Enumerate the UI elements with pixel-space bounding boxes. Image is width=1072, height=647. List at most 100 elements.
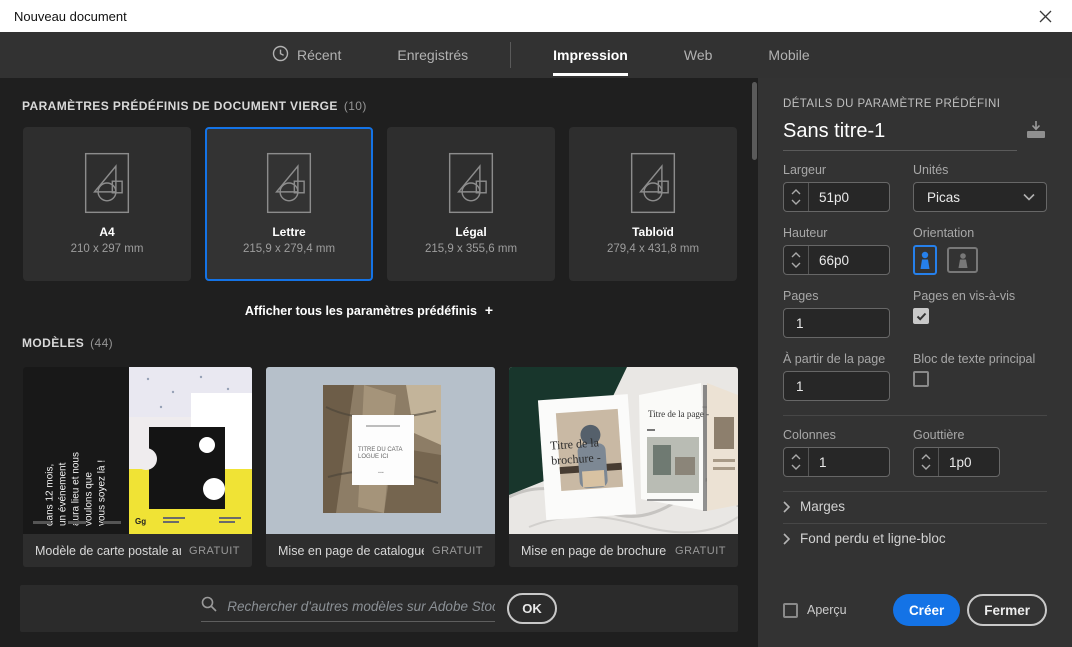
chevron-right-icon <box>783 532 790 545</box>
catalogue-title-line2: LOGUE ICI <box>358 454 389 460</box>
close-button[interactable]: Fermer <box>967 594 1047 626</box>
row-width-units: Largeur Unités Picas <box>783 163 1047 212</box>
units-dropdown[interactable]: Picas <box>913 182 1047 212</box>
width-stepper[interactable] <box>784 183 809 211</box>
preset-name: Légal <box>455 225 487 239</box>
margins-label: Marges <box>800 499 846 514</box>
preset-row: A4 210 x 297 mm Lettre 215,9 x 279,4 mm <box>23 127 737 281</box>
primary-text-frame-group: Bloc de texte principal <box>913 352 1047 401</box>
search-input[interactable] <box>227 598 496 614</box>
brochure-page-title: Titre de la page - <box>648 409 709 419</box>
template-card-postcard[interactable]: Gg dans 12 mois, un événement aura lieu … <box>23 367 252 567</box>
width-label: Largeur <box>783 163 827 177</box>
plus-icon: + <box>484 302 494 318</box>
pages-group: Pages <box>783 289 890 338</box>
gutter-stepper[interactable] <box>914 448 939 476</box>
presets-section-header: PARAMÈTRES PRÉDÉFINIS DE DOCUMENT VIERGE… <box>22 99 367 113</box>
chevron-right-icon <box>783 500 790 513</box>
primary-text-frame-label: Bloc de texte principal <box>913 352 1036 366</box>
facing-pages-group: Pages en vis-à-vis <box>913 289 1047 338</box>
width-input[interactable] <box>809 189 889 205</box>
chevron-down-icon <box>791 262 801 268</box>
show-all-presets-link[interactable]: Afficher tous les paramètres prédéfinis + <box>0 302 738 318</box>
templates-section-header: MODÈLES (44) <box>22 336 114 350</box>
preset-name: Lettre <box>272 225 306 239</box>
tab-label: Impression <box>553 47 628 63</box>
preset-dims: 279,4 x 431,8 mm <box>606 243 700 255</box>
tab-label: Enregistrés <box>397 47 469 63</box>
tab-label: Web <box>683 47 713 63</box>
save-preset-icon[interactable] <box>1025 120 1047 151</box>
document-name-input[interactable] <box>783 120 1017 151</box>
height-stepper[interactable] <box>784 246 809 274</box>
tab-impression[interactable]: Impression <box>525 32 656 78</box>
create-button[interactable]: Créer <box>892 594 961 626</box>
chevron-up-icon <box>791 189 801 195</box>
tab-mobile[interactable]: Mobile <box>740 32 837 78</box>
height-group: Hauteur <box>783 226 890 275</box>
chevron-up-icon <box>791 454 801 460</box>
preset-card-legal[interactable]: Légal 215,9 x 355,6 mm <box>387 127 555 281</box>
template-card-brochure[interactable]: Titre de la brochure - Titre de la page … <box>509 367 738 567</box>
columns-field <box>783 447 890 477</box>
check-icon <box>916 312 926 321</box>
bleed-section-toggle[interactable]: Fond perdu et ligne-bloc <box>783 524 1047 555</box>
chevron-down-icon <box>1023 193 1035 201</box>
columns-input[interactable] <box>809 454 889 470</box>
tab-web[interactable]: Web <box>656 32 741 78</box>
columns-group: Colonnes <box>783 428 890 477</box>
start-page-field <box>783 371 890 401</box>
preset-dims: 215,9 x 355,6 mm <box>424 243 518 255</box>
tab-label: Mobile <box>768 47 810 63</box>
preset-card-a4[interactable]: A4 210 x 297 mm <box>23 127 191 281</box>
search-ok-button[interactable]: OK <box>507 593 557 624</box>
catalogue-artwork: TITRE DU CATA LOGUE ICI ... <box>266 367 495 534</box>
free-badge: GRATUIT <box>432 544 483 557</box>
template-name: Mise en page de catalogue c... <box>278 543 425 558</box>
preset-name: A4 <box>99 225 115 239</box>
adobe-stock-search-bar: OK <box>20 585 738 632</box>
postcard-fineprint <box>33 521 121 524</box>
new-document-dialog: Nouveau document Récent Enregistrés Impr… <box>0 0 1072 647</box>
height-input[interactable] <box>809 252 889 268</box>
document-icon <box>448 152 494 214</box>
start-page-input[interactable] <box>784 378 889 394</box>
preset-dims: 215,9 x 279,4 mm <box>242 243 336 255</box>
height-label: Hauteur <box>783 226 828 240</box>
orientation-portrait-icon[interactable] <box>913 245 937 275</box>
template-row: Gg dans 12 mois, un événement aura lieu … <box>23 367 738 567</box>
tab-recent[interactable]: Récent <box>244 32 369 78</box>
preset-name: Tabloïd <box>632 225 674 239</box>
template-thumbnail-catalogue: TITRE DU CATA LOGUE ICI ... <box>266 367 495 534</box>
gutter-input[interactable] <box>939 454 999 470</box>
panel-footer: Aperçu Créer Fermer <box>783 594 1047 626</box>
postcard-logo: Gg <box>135 517 146 526</box>
free-badge: GRATUIT <box>189 544 240 557</box>
preset-card-tabloid[interactable]: Tabloïd 279,4 x 431,8 mm <box>569 127 737 281</box>
chevron-up-icon <box>791 252 801 258</box>
postcard-left-panel: dans 12 mois, un événement aura lieu et … <box>23 367 129 534</box>
close-icon[interactable] <box>1033 6 1058 27</box>
content-area: PARAMÈTRES PRÉDÉFINIS DE DOCUMENT VIERGE… <box>0 78 758 647</box>
tab-enregistres[interactable]: Enregistrés <box>369 32 496 78</box>
gutter-label: Gouttière <box>913 428 965 442</box>
row-pages-facing: Pages Pages en vis-à-vis <box>783 289 1047 338</box>
facing-pages-checkbox[interactable] <box>913 308 929 324</box>
orientation-landscape-icon[interactable] <box>947 247 978 273</box>
columns-stepper[interactable] <box>784 448 809 476</box>
preview-checkbox[interactable] <box>783 602 798 618</box>
height-field <box>783 245 890 275</box>
primary-text-frame-checkbox[interactable] <box>913 371 929 387</box>
template-name: Mise en page de brochure pa... <box>521 543 667 558</box>
free-badge: GRATUIT <box>675 544 726 557</box>
template-card-catalogue[interactable]: TITRE DU CATA LOGUE ICI ... Mise en page… <box>266 367 495 567</box>
margins-section-toggle[interactable]: Marges <box>783 492 1047 523</box>
preset-card-lettre[interactable]: Lettre 215,9 x 279,4 mm <box>205 127 373 281</box>
divider <box>783 415 1047 416</box>
document-name-row <box>783 120 1047 151</box>
pages-input[interactable] <box>784 315 889 331</box>
vertical-scrollbar[interactable] <box>752 82 757 160</box>
width-group: Largeur <box>783 163 890 212</box>
template-name: Modèle de carte postale amu... <box>35 543 181 558</box>
orientation-label: Orientation <box>913 226 975 240</box>
